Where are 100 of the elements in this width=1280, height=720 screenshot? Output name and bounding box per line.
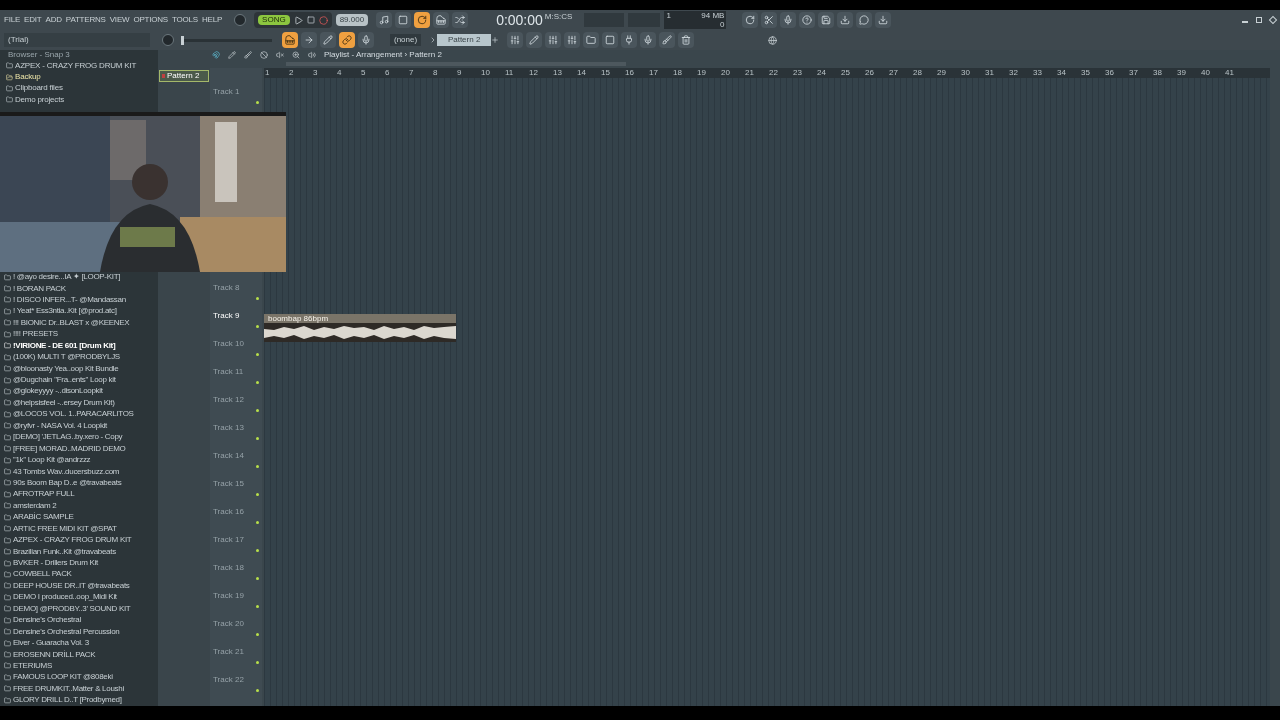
browser-folder[interactable]: Densine's Orchestral — [0, 614, 158, 626]
speaker-icon[interactable] — [308, 51, 316, 59]
pencil-icon[interactable] — [320, 32, 336, 48]
maximize-icon[interactable] — [1256, 17, 1262, 23]
browser-folder[interactable]: Clipboard files — [0, 82, 158, 95]
browser-folder[interactable]: FREE DRUMKIT..Matter & Loushi — [0, 683, 158, 695]
save-icon[interactable] — [818, 12, 835, 28]
track-label[interactable]: Track 8 — [213, 282, 240, 294]
track-label[interactable]: Track 22 — [213, 674, 244, 686]
browser-folder[interactable]: ! Yeat* Ess3ntia..Kit [@prod.atc] — [0, 305, 158, 318]
browser-folder[interactable]: DEMO] @PRODBY..3' SOUND KIT — [0, 603, 158, 615]
metronome-icon[interactable] — [376, 12, 393, 28]
help-icon[interactable] — [799, 12, 816, 28]
browser-folder[interactable]: Demo projects — [0, 94, 158, 106]
master-pitch-slider[interactable] — [181, 35, 184, 45]
magnet-icon[interactable] — [212, 51, 220, 59]
browser-folder[interactable]: ARTIC FREE MIDI KIT @SPAT — [0, 523, 158, 535]
browser-folder[interactable]: GLORY DRILL D..T [Prodbymed] — [0, 694, 158, 706]
browser-folder[interactable]: ! BORAN PACK — [0, 282, 158, 295]
trash-icon[interactable] — [678, 32, 695, 48]
track-led-icon[interactable] — [256, 464, 259, 468]
browser-folder[interactable]: @LOCOS VOL. 1..PARACARLITOS — [0, 408, 158, 421]
track-label[interactable]: Track 21 — [213, 646, 244, 658]
browser-folder[interactable]: @ryfvr - NASA Vol. 4 Loopkit — [0, 420, 158, 432]
browser-folder[interactable]: Elver - Guaracha Vol. 3 — [0, 637, 158, 649]
track-led-icon[interactable] — [256, 324, 259, 328]
delete-icon[interactable] — [260, 51, 268, 59]
mixer-icon[interactable] — [564, 32, 581, 48]
track-label[interactable]: Track 17 — [213, 534, 244, 546]
browser-folder[interactable]: Densine's Orchestral Percussion — [0, 625, 158, 638]
track-led-icon[interactable] — [256, 576, 259, 580]
browser-folder[interactable]: @helpsisfeel -..ersey Drum Kit) — [0, 397, 158, 409]
browser-folder[interactable]: (100K) MULTI T @PRODBYLJS — [0, 351, 158, 363]
browser-folder[interactable]: ''1k'' Loop Kit @andrzzz — [0, 454, 158, 466]
track-label[interactable]: Track 9 — [213, 310, 240, 322]
pattern-item[interactable]: Pattern 2 — [159, 70, 209, 82]
globe-icon[interactable] — [768, 35, 778, 45]
browser-folder[interactable]: ! DISCO INFER...T- @Mandassan — [0, 294, 158, 306]
add-pattern-icon[interactable] — [491, 36, 500, 44]
zoom-icon[interactable] — [292, 51, 300, 59]
track-led-icon[interactable] — [256, 352, 259, 356]
menu-item[interactable]: TOOLS — [172, 14, 198, 26]
track-label[interactable]: Track 11 — [213, 366, 244, 378]
track-led-icon[interactable] — [256, 408, 259, 412]
browser-folder[interactable]: Backup — [0, 71, 158, 83]
menu-item[interactable]: HELP — [202, 14, 223, 26]
track-led-icon[interactable] — [256, 492, 259, 496]
browser-folder[interactable]: @glokeyyyy -..disonLoopkit — [0, 385, 158, 398]
track-led-icon[interactable] — [256, 380, 259, 384]
knob-icon[interactable] — [162, 34, 174, 46]
browser-folder[interactable]: 43 Tombs Wav..ducersbuzz.com — [0, 465, 158, 478]
browser-folder[interactable]: Brazilian Funk..Kit @travabeats — [0, 545, 158, 558]
menu-item[interactable]: OPTIONS — [133, 14, 168, 26]
track-led-icon[interactable] — [256, 548, 259, 552]
browser-folder[interactable]: EROSENN DRİLL PACK — [0, 648, 158, 661]
browser-folder[interactable]: ETERIUMS — [0, 660, 158, 672]
browser-folder[interactable]: @bloonasty Yea..oop Kit Bundle — [0, 362, 158, 375]
track-label[interactable]: Track 15 — [213, 478, 244, 490]
song-mode-button[interactable]: SONG — [258, 15, 290, 25]
scissors-icon[interactable] — [761, 12, 778, 28]
export-icon[interactable] — [837, 12, 854, 28]
mute-icon[interactable] — [276, 51, 284, 59]
track-label[interactable]: Track 10 — [213, 338, 244, 350]
browser-folder[interactable]: DEEP HOUSE DR..IT @travabeats — [0, 580, 158, 592]
menu-item[interactable]: PATTERNS — [65, 14, 106, 26]
knob-icon[interactable] — [234, 14, 247, 26]
track-label[interactable]: Track 16 — [213, 506, 244, 518]
track-label[interactable]: Track 14 — [213, 450, 244, 462]
track-led-icon[interactable] — [256, 604, 259, 608]
track-label[interactable]: Track 12 — [213, 394, 244, 406]
plug-icon[interactable] — [621, 32, 638, 48]
play-icon[interactable] — [293, 15, 303, 25]
track-led-icon[interactable] — [256, 296, 259, 300]
pattern-selector[interactable]: Pattern 2 — [437, 34, 492, 46]
track-label[interactable]: Track 19 — [213, 590, 244, 602]
track-led-icon[interactable] — [256, 660, 259, 664]
browser-folder[interactable]: BVKER - Drillers Drum Kit — [0, 557, 158, 569]
browser-folder[interactable]: !!! BIONIC Dr..BLAST x @KEENEX — [0, 317, 158, 329]
browser-folder[interactable]: @Dugchain "Fra..ents" Loop kit — [0, 374, 158, 386]
piano-icon[interactable] — [433, 12, 450, 28]
browser-folder[interactable]: DEMO I produced..oop_Midi Kit — [0, 591, 158, 604]
browser-folder[interactable]: amsterdam 2 — [0, 500, 158, 512]
browser-folder[interactable]: ARABİC SAMPLE — [0, 511, 158, 523]
refresh-icon[interactable] — [742, 12, 759, 28]
browser-folder[interactable]: FAMOUS LOOP KIT @808eki — [0, 671, 158, 684]
download-icon[interactable] — [875, 12, 892, 28]
menu-item[interactable]: EDIT — [24, 14, 42, 26]
browser-folder[interactable]: AFROTRAP FULL — [0, 488, 158, 501]
track-led-icon[interactable] — [256, 688, 259, 692]
browser-folder[interactable]: !VIRIONE - DE 601 [Drum Kit] — [0, 340, 158, 352]
menu-item[interactable]: ADD — [45, 14, 62, 26]
chat-icon[interactable] — [856, 12, 873, 28]
menu-item[interactable]: VIEW — [109, 14, 130, 26]
track-label[interactable]: Track 1 — [213, 86, 240, 98]
pencil-icon[interactable] — [228, 51, 236, 59]
browser-folder[interactable]: [DEMO] 'JETLAG..by.xero - Copy — [0, 431, 158, 443]
link-icon[interactable] — [339, 32, 355, 48]
browser-folder[interactable]: AZPEX - CRAZY FROG DRUM KIT — [0, 534, 158, 546]
audio-clip[interactable]: boombap 86bpm — [264, 314, 456, 342]
browser-folder[interactable]: COWBELL PACK — [0, 568, 158, 581]
